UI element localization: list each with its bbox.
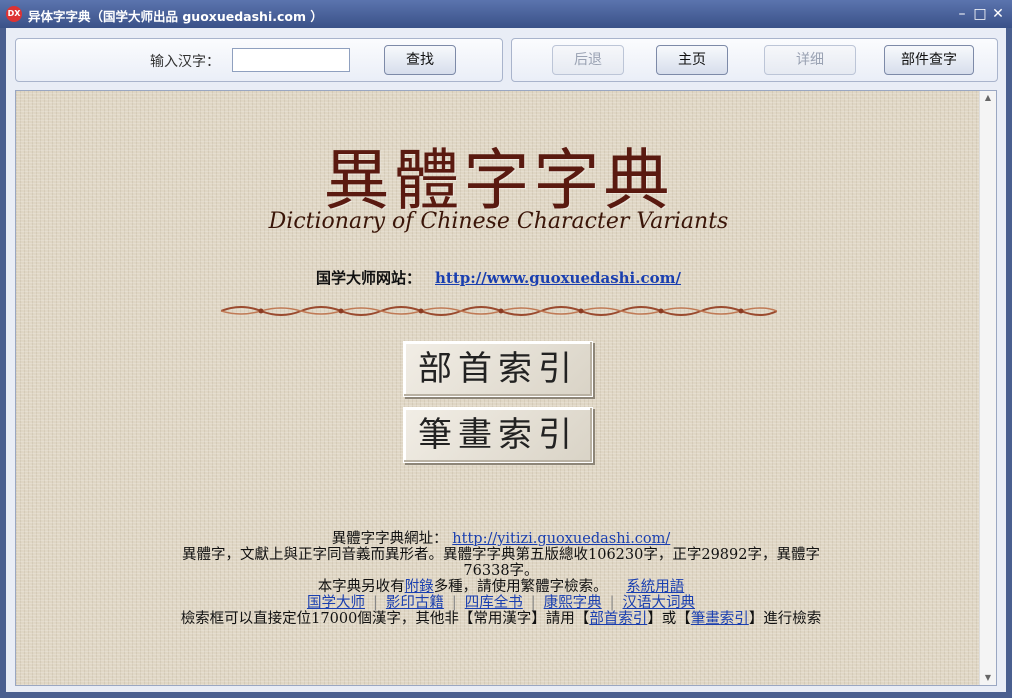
appendix-link[interactable]: 附錄 <box>405 579 434 595</box>
search-input[interactable] <box>232 48 350 72</box>
footer-url-label: 異體字字典網址： <box>331 531 448 547</box>
minimize-icon[interactable]: – <box>954 6 970 22</box>
link-separator: | <box>609 595 615 611</box>
link-separator: | <box>530 595 536 611</box>
ornament-divider <box>221 306 777 316</box>
back-button[interactable]: 后退 <box>552 45 624 75</box>
footer-url-line: 異體字字典網址： http://yitizi.guoxuedashi.com/ <box>176 531 826 547</box>
component-search-button[interactable]: 部件查字 <box>884 45 974 75</box>
maximize-icon[interactable]: □ <box>972 6 988 22</box>
search-help-mid: 】或【 <box>647 611 691 627</box>
system-terms-link[interactable]: 系統用語 <box>626 579 684 595</box>
footer-appendix-pre: 本字典另收有 <box>317 579 405 595</box>
link-guoxuedashi[interactable]: 国学大师 <box>307 595 365 611</box>
footer-appendix-line: 本字典另收有附錄多種，請使用繁體字檢索。 系統用語 <box>176 579 826 595</box>
footer-appendix-post: 多種，請使用繁體字檢索。 <box>433 579 608 595</box>
search-button[interactable]: 查找 <box>384 45 456 75</box>
footer-links: 国学大师 | 影印古籍 | 四库全书 | 康熙字典 | 汉语大词典 <box>176 595 826 611</box>
app-icon: DX <box>6 6 22 22</box>
close-icon[interactable]: ✕ <box>990 6 1006 22</box>
link-separator: | <box>372 595 378 611</box>
window-title: 异体字字典（国学大师出品 guoxuedashi.com ） <box>28 9 323 24</box>
scroll-up-icon[interactable]: ▲ <box>980 91 996 105</box>
page-subtitle: Dictionary of Chinese Character Variants <box>268 209 729 234</box>
link-separator: | <box>451 595 457 611</box>
vertical-scrollbar[interactable]: ▲ ▼ <box>979 91 996 685</box>
app-window: DX 异体字字典（国学大师出品 guoxuedashi.com ） – □ ✕ … <box>0 0 1012 698</box>
stroke-index-button[interactable]: 筆畫索引 <box>403 407 593 463</box>
footer-url-link[interactable]: http://yitizi.guoxuedashi.com/ <box>452 531 670 547</box>
home-button[interactable]: 主页 <box>656 45 728 75</box>
radical-index-link[interactable]: 部首索引 <box>589 611 647 627</box>
footer-search-help: 檢索框可以直接定位17000個漢字，其他非【常用漢字】請用【部首索引】或【筆畫索… <box>176 611 826 627</box>
nav-panel: 后退 主页 详细 部件查字 <box>511 38 998 82</box>
search-help-post: 】進行檢索 <box>748 611 822 627</box>
link-kangxi-zidian[interactable]: 康熙字典 <box>544 595 602 611</box>
search-panel: 输入汉字： 查找 <box>15 38 503 82</box>
search-help-pre: 檢索框可以直接定位17000個漢字，其他非【常用漢字】請用【 <box>180 611 590 627</box>
stroke-index-link[interactable]: 筆畫索引 <box>691 611 749 627</box>
title-bar[interactable]: DX 异体字字典（国学大师出品 guoxuedashi.com ） – □ ✕ <box>0 0 1012 28</box>
footer-description: 異體字，文獻上與正字同音義而異形者。異體字字典第五版總收106230字，正字29… <box>182 547 820 579</box>
radical-index-button[interactable]: 部首索引 <box>403 341 593 397</box>
content-area: 異體字字典 Dictionary of Chinese Character Va… <box>15 90 997 686</box>
client-area: 输入汉字： 查找 后退 主页 详细 部件查字 異體字字典 Dictionary … <box>6 28 1006 692</box>
link-yingyin-guji[interactable]: 影印古籍 <box>386 595 444 611</box>
detail-button[interactable]: 详细 <box>764 45 856 75</box>
scroll-down-icon[interactable]: ▼ <box>980 671 996 685</box>
link-siku-quanshu[interactable]: 四库全书 <box>465 595 523 611</box>
site-link[interactable]: http://www.guoxuedashi.com/ <box>435 269 681 287</box>
input-label: 输入汉字： <box>150 54 220 70</box>
site-line: 国学大师网站： http://www.guoxuedashi.com/ <box>16 267 981 288</box>
footer-info: 異體字字典網址： http://yitizi.guoxuedashi.com/ … <box>176 531 826 627</box>
link-hanyu-dacidian[interactable]: 汉语大词典 <box>623 595 696 611</box>
site-label: 国学大师网站： <box>316 269 422 287</box>
